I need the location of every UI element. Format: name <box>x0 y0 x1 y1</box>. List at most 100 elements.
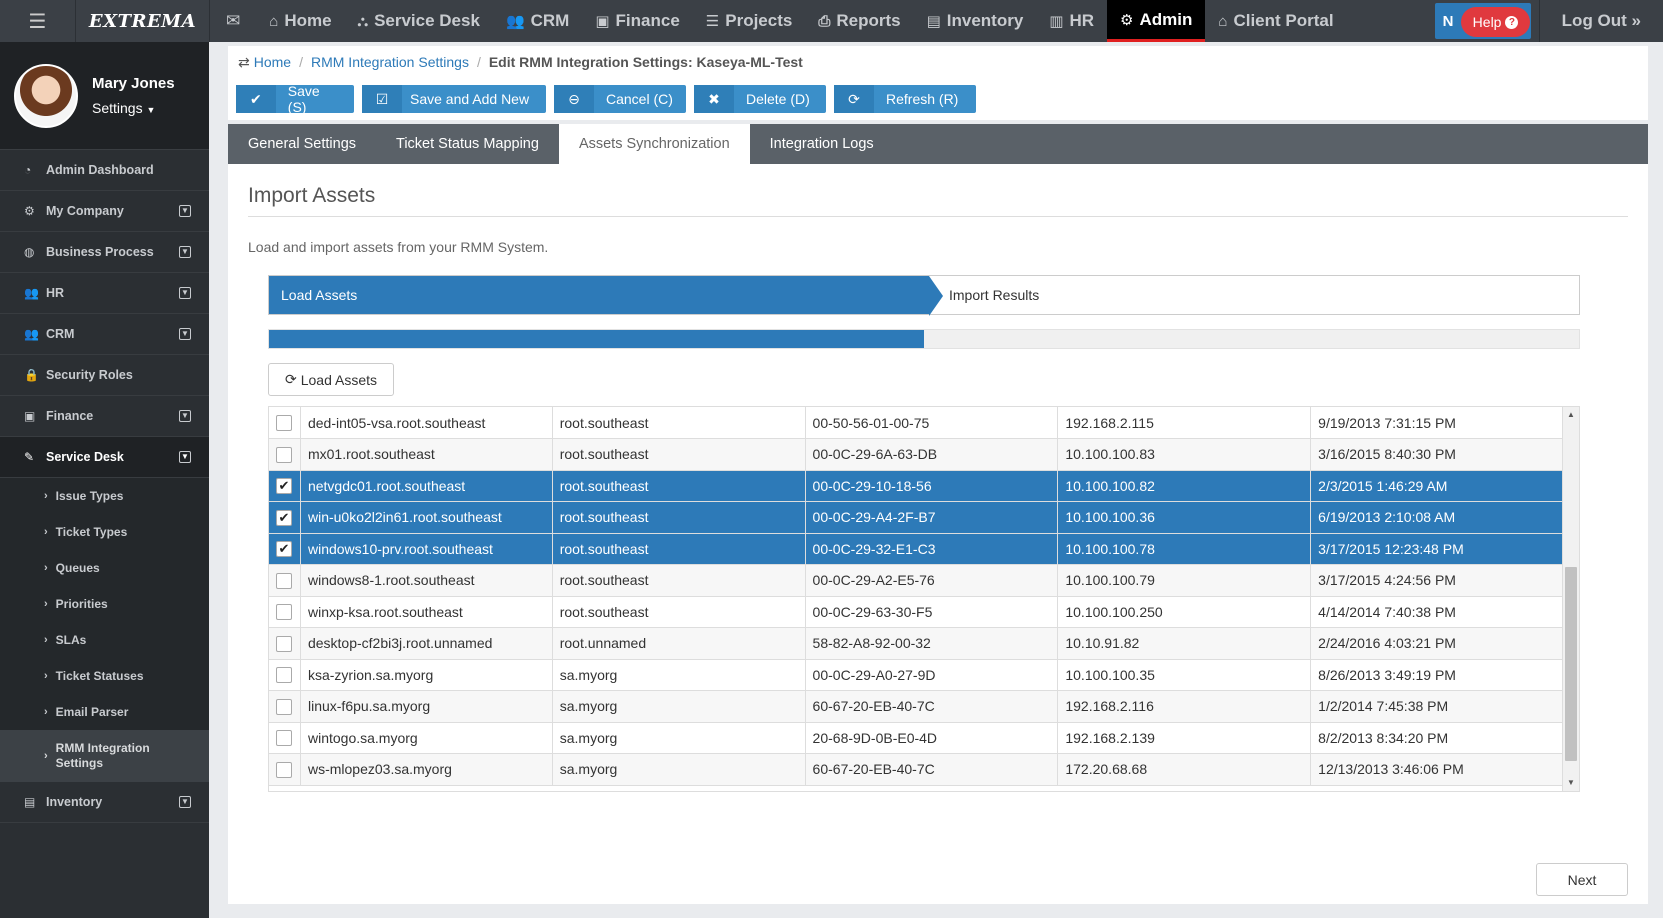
sidebar-item-service-desk[interactable]: ✎ Service Desk ▼ <box>0 437 209 478</box>
grid-scrollbar[interactable]: ▲ ▼ <box>1562 407 1579 791</box>
cell-date: 1/2/2014 7:45:38 PM <box>1310 690 1564 723</box>
avatar[interactable] <box>14 63 78 128</box>
row-checkbox[interactable] <box>276 635 292 652</box>
progress-bar <box>268 329 1580 349</box>
tab-ticket-status-mapping[interactable]: Ticket Status Mapping <box>376 124 559 164</box>
nav-item-admin[interactable]: ⚙ Admin <box>1107 0 1206 42</box>
row-checkbox[interactable] <box>276 698 292 715</box>
cell-ip: 10.100.100.35 <box>1057 659 1312 691</box>
sidebar: Mary Jones Settings ▼ ◔ Admin Dashboard ⚙ M… <box>0 42 209 918</box>
close-icon: ✖ <box>694 85 734 113</box>
logout-link[interactable]: Log Out » <box>1538 0 1663 42</box>
sidebar-subitem-issue-types[interactable]: › Issue Types <box>0 478 209 514</box>
row-checkbox[interactable] <box>276 415 292 432</box>
tab-general-settings[interactable]: General Settings <box>228 124 376 164</box>
next-button[interactable]: Next <box>1536 863 1628 896</box>
scroll-down-icon[interactable]: ▼ <box>1563 775 1579 791</box>
table-row[interactable]: mx01.root.southeast root.southeast 00-0C-2… <box>269 438 1564 471</box>
cell-ip: 10.100.100.83 <box>1057 438 1312 471</box>
tab-assets-synchronization[interactable]: Assets Synchronization <box>558 124 750 164</box>
sidebar-item-security-roles[interactable]: 🔒 Security Roles <box>0 355 209 396</box>
wizard-step-load-assets[interactable]: Load Assets <box>269 276 943 316</box>
row-checkbox[interactable] <box>276 604 292 621</box>
table-row[interactable]: ✔ win-u0ko2l2in61.root.southeast root.sout… <box>269 501 1564 534</box>
table-row[interactable]: wintogo.sa.myorg sa.myorg 20-68-9D-0B-E0-4… <box>269 722 1564 754</box>
expand-icon[interactable]: ▼ <box>179 796 191 808</box>
cancel-button[interactable]: ⊖ Cancel (C) <box>554 85 686 113</box>
mail-icon[interactable]: ✉ <box>210 0 256 42</box>
nav-item-projects[interactable]: ☰ Projects <box>693 0 806 42</box>
cell-date: 3/17/2015 12:23:48 PM <box>1310 533 1564 565</box>
table-row[interactable]: ws-mlopez03.sa.myorg sa.myorg 60-67-20-EB-… <box>269 753 1564 786</box>
sidebar-item-finance[interactable]: ▣ Finance ▼ <box>0 396 209 437</box>
expand-icon[interactable]: ▼ <box>179 287 191 299</box>
save-button[interactable]: ✔ Save (S) <box>236 83 354 115</box>
expand-icon[interactable]: ▼ <box>179 451 191 463</box>
row-checkbox[interactable] <box>276 761 292 778</box>
chevron-right-icon: › <box>44 490 48 502</box>
expand-icon[interactable]: ▼ <box>179 410 191 422</box>
nav-item-home[interactable]: ⌂ Home <box>256 0 344 42</box>
row-checkbox[interactable] <box>276 667 292 684</box>
sidebar-subitem-ticket-types[interactable]: › Ticket Types <box>0 514 209 550</box>
table-row[interactable]: ded-int05-vsa.root.southeast root.southea… <box>269 407 1564 439</box>
nav-item-crm[interactable]: 👥 CRM <box>493 0 582 42</box>
row-checkbox[interactable]: ✔ <box>276 478 292 495</box>
cell-group: root.unnamed <box>552 627 806 660</box>
sidebar-item-label: HR <box>46 286 65 300</box>
refresh-button[interactable]: ⟳ Refresh (R) <box>834 85 976 113</box>
row-checkbox[interactable] <box>276 572 292 589</box>
cell-name: windows8-1.root.southeast <box>300 564 553 597</box>
table-row[interactable]: windows8-1.root.southeast root.southeast 0… <box>269 564 1564 597</box>
nav-item-inventory[interactable]: ▤ Inventory <box>914 0 1037 42</box>
expand-icon[interactable]: ▼ <box>179 328 191 340</box>
sidebar-subitem-rmm-integration-settings[interactable]: › RMM Integration Settings <box>0 730 209 782</box>
tab-integration-logs[interactable]: Integration Logs <box>750 124 894 164</box>
sidebar-item-hr[interactable]: 👥 HR ▼ <box>0 273 209 314</box>
question-icon: ? <box>1505 15 1519 29</box>
sidebar-subitem-email-parser[interactable]: › Email Parser <box>0 694 209 730</box>
breadcrumb-parent[interactable]: RMM Integration Settings <box>311 54 469 70</box>
wizard-step-import-results[interactable]: Import Results <box>929 276 1579 314</box>
delete-button[interactable]: ✖ Delete (D) <box>694 85 826 113</box>
nav-item-hr[interactable]: ▥ HR <box>1036 0 1107 42</box>
help-button[interactable]: Help? <box>1460 7 1531 37</box>
cell-name: desktop-cf2bi3j.root.unnamed <box>300 627 553 660</box>
sidebar-item-business-process[interactable]: ◍ Business Process ▼ <box>0 232 209 273</box>
sidebar-subitem-ticket-statuses[interactable]: › Ticket Statuses <box>0 658 209 694</box>
table-row[interactable]: winxp-ksa.root.southeast root.southeast 00… <box>269 596 1564 628</box>
load-assets-button[interactable]: ⟳ Load Assets <box>268 363 394 396</box>
hamburger-icon[interactable]: ☰ <box>0 0 76 42</box>
sidebar-subitem-slas[interactable]: › SLAs <box>0 622 209 658</box>
table-row[interactable]: linux-f6pu.sa.myorg sa.myorg 60-67-20-EB-4… <box>269 690 1564 723</box>
expand-icon[interactable]: ▼ <box>179 246 191 258</box>
nav-item-service-desk[interactable]: ⛬ Service Desk <box>345 0 493 42</box>
cell-name: mx01.root.southeast <box>300 438 553 471</box>
table-row[interactable]: ✔ netvgdc01.root.southeast root.southeast 0… <box>269 470 1564 502</box>
table-row[interactable]: ksa-zyrion.sa.myorg sa.myorg 00-0C-29-A0-2… <box>269 659 1564 691</box>
nav-item-finance[interactable]: ▣ Finance <box>582 0 692 42</box>
row-checkbox[interactable]: ✔ <box>276 509 292 526</box>
sidebar-item-inventory[interactable]: ▤ Inventory ▼ <box>0 782 209 823</box>
sidebar-item-crm[interactable]: 👥 CRM ▼ <box>0 314 209 355</box>
scroll-thumb[interactable] <box>1565 567 1577 761</box>
sidebar-subitem-queues[interactable]: › Queues <box>0 550 209 586</box>
row-checkbox[interactable]: ✔ <box>276 541 292 558</box>
notifications-button[interactable]: N Help? <box>1434 3 1531 39</box>
sidebar-item-admin-dashboard[interactable]: ◔ Admin Dashboard <box>0 150 209 191</box>
expand-icon[interactable]: ▼ <box>179 205 191 217</box>
table-row[interactable]: ✔ windows10-prv.root.southeast root.southe… <box>269 533 1564 565</box>
sidebar-subitem-priorities[interactable]: › Priorities <box>0 586 209 622</box>
table-row[interactable]: desktop-cf2bi3j.root.unnamed root.unnamed… <box>269 627 1564 660</box>
app-logo[interactable]: EXTREMA <box>76 0 210 42</box>
nav-item-client-portal[interactable]: ⌂ Client Portal <box>1205 0 1346 42</box>
save-and-add-new-button[interactable]: ☑ Save and Add New <box>362 85 546 113</box>
row-checkbox[interactable] <box>276 730 292 747</box>
row-checkbox[interactable] <box>276 446 292 463</box>
nav-item-reports[interactable]: ⎙ Reports <box>805 0 913 42</box>
sidebar-item-my-company[interactable]: ⚙ My Company ▼ <box>0 191 209 232</box>
home-icon: ⌂ <box>269 12 279 30</box>
breadcrumb-home[interactable]: Home <box>254 54 291 70</box>
settings-dropdown[interactable]: Settings ▼ <box>92 100 175 116</box>
scroll-up-icon[interactable]: ▲ <box>1563 407 1579 423</box>
